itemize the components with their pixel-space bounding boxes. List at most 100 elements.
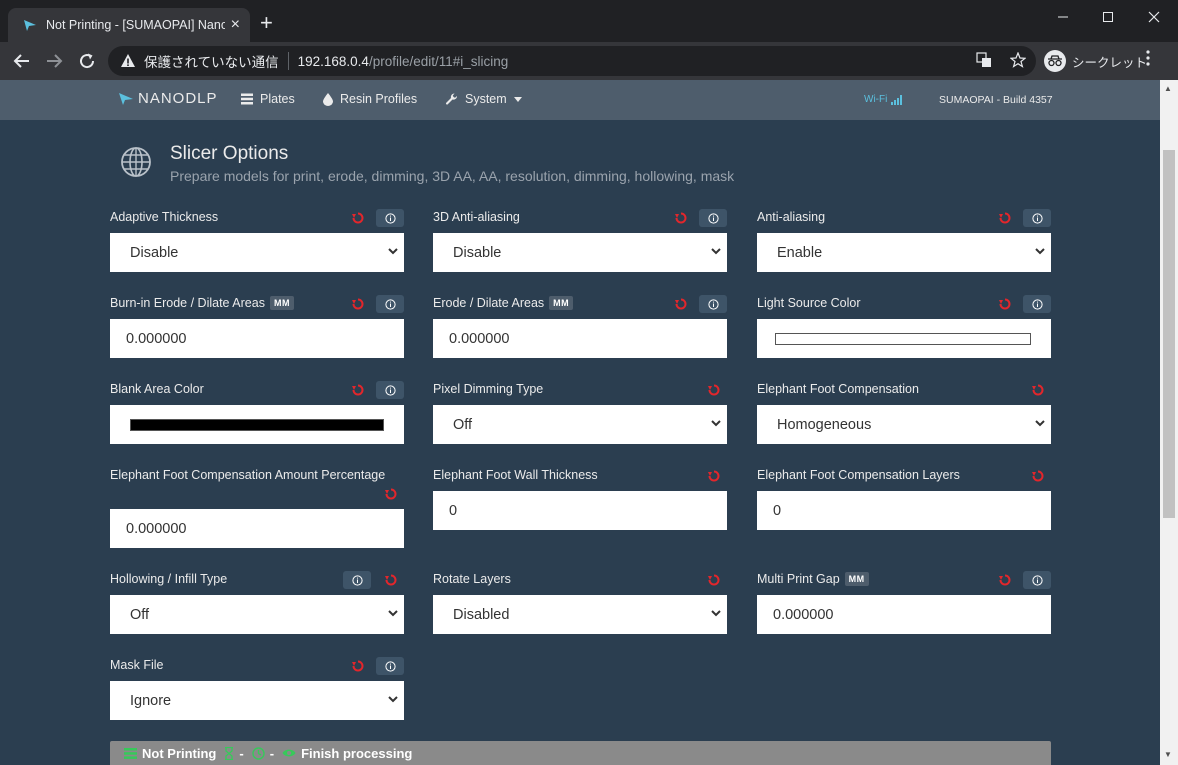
reset-icon[interactable] [352,660,364,672]
info-button[interactable] [376,209,404,227]
blank-area-color-picker[interactable] [110,405,404,444]
reset-icon[interactable] [1032,470,1044,482]
bookmark-star-icon[interactable] [1009,51,1027,73]
omnibox-divider [287,52,289,70]
info-button[interactable] [376,381,404,399]
nav-resin-profiles-label: Resin Profiles [340,92,418,106]
new-tab-icon[interactable]: + [260,12,273,34]
info-button[interactable] [376,657,404,675]
scroll-up-arrow-icon[interactable]: ▲ [1164,84,1172,93]
multi-print-gap-input[interactable]: 0.000000 [757,595,1051,634]
chevron-down-icon [388,248,398,255]
scroll-thumb[interactable] [1163,150,1175,518]
incognito-label: シークレット [1072,55,1148,70]
chevron-down-icon [388,610,398,617]
mask-file-select[interactable]: Ignore [110,681,404,720]
nav-system-label: System [465,92,507,106]
field-label: Multi Print Gap MM [757,572,869,586]
reset-icon[interactable] [352,384,364,396]
info-icon [707,298,719,310]
reset-icon[interactable] [385,488,397,500]
reset-icon[interactable] [1032,384,1044,396]
reset-icon[interactable] [708,574,720,586]
incognito-indicator[interactable]: シークレット [1044,47,1147,75]
field-label: Anti-aliasing [757,210,826,224]
efc-layers-input[interactable]: 0 [757,491,1051,530]
info-icon [1031,574,1043,586]
elephant-foot-wall-thickness-input[interactable]: 0 [433,491,727,530]
nav-plates[interactable]: Plates [241,92,295,106]
wifi-indicator[interactable]: Wi-Fi [864,94,903,105]
url-host: 192.168.0.4 [297,53,369,69]
reset-icon[interactable] [352,212,364,224]
nav-plates-label: Plates [260,92,295,106]
light-source-color-picker[interactable] [757,319,1051,358]
brand-logo[interactable]: NANODLP [118,90,218,107]
printer-status-bar: Not Printing - - Finish processing [110,741,1051,765]
info-icon [384,298,396,310]
hollowing-infill-type-select[interactable]: Off [110,595,404,634]
info-button[interactable] [343,571,371,589]
nanodlp-logo-icon [119,92,133,105]
reset-icon[interactable] [385,574,397,586]
back-icon[interactable] [10,50,34,72]
reset-icon[interactable] [999,212,1011,224]
reset-icon[interactable] [675,298,687,310]
address-bar[interactable]: 保護されていない通信 192.168.0.4/profile/edit/11#i… [108,46,1036,76]
warning-icon[interactable] [120,53,136,69]
drop-icon [323,92,333,106]
info-icon [351,574,363,586]
security-status[interactable]: 保護されていない通信 [144,51,279,71]
minimize-icon[interactable] [1040,4,1086,30]
reset-icon[interactable] [708,384,720,396]
efc-amount-percentage-input[interactable]: 0.000000 [110,509,404,548]
info-button[interactable] [699,295,727,313]
globe-icon [121,147,151,177]
browser-menu-icon[interactable] [1146,50,1150,71]
field-multi-print-gap: Multi Print Gap MM 0.000000 [757,571,1051,634]
nanodlp-favicon-icon [24,20,36,31]
3d-anti-aliasing-select[interactable]: Disable [433,233,727,272]
nav-resin-profiles[interactable]: Resin Profiles [323,92,417,106]
field-burn-in-erode: Burn-in Erode / Dilate Areas MM 0.000000 [110,295,404,358]
info-button[interactable] [1023,295,1051,313]
reset-icon[interactable] [675,212,687,224]
field-mask-file: Mask File Ignore [110,657,404,720]
nav-system-dropdown[interactable]: System [445,92,522,106]
chevron-down-icon [711,420,721,427]
clock-icon [252,746,265,760]
reset-icon[interactable] [352,298,364,310]
list-icon [241,93,253,105]
adaptive-thickness-select[interactable]: Disable [110,233,404,272]
window-close-icon[interactable] [1131,4,1177,30]
info-icon [707,212,719,224]
signal-bars-icon [891,94,903,105]
maximize-icon[interactable] [1085,4,1131,30]
reload-icon[interactable] [75,50,99,72]
eye-icon [282,749,296,757]
info-button[interactable] [1023,571,1051,589]
reset-icon[interactable] [999,574,1011,586]
pixel-dimming-type-select[interactable]: Off [433,405,727,444]
reset-icon[interactable] [708,470,720,482]
page-scrollbar[interactable]: ▲ ▼ [1160,80,1178,765]
field-elephant-foot-wall-thickness: Elephant Foot Wall Thickness 0 [433,468,727,530]
reset-icon[interactable] [999,298,1011,310]
info-button[interactable] [699,209,727,227]
section-title: Slicer Options [170,143,289,164]
scroll-down-arrow-icon[interactable]: ▼ [1164,750,1172,759]
info-button[interactable] [376,295,404,313]
info-button[interactable] [1023,209,1051,227]
forward-icon[interactable] [42,50,66,72]
anti-aliasing-select[interactable]: Enable [757,233,1051,272]
burn-in-erode-input[interactable]: 0.000000 [110,319,404,358]
field-anti-aliasing: Anti-aliasing Enable [757,209,1051,272]
rotate-layers-select[interactable]: Disabled [433,595,727,634]
elephant-foot-compensation-select[interactable]: Homogeneous [757,405,1051,444]
erode-dilate-input[interactable]: 0.000000 [433,319,727,358]
field-hollowing-infill-type: Hollowing / Infill Type Off [110,571,404,634]
translate-icon[interactable] [976,52,992,73]
field-label: Pixel Dimming Type [433,382,544,396]
browser-tab[interactable]: Not Printing - [SUMAOPAI] Nano × [8,8,250,42]
tab-close-icon[interactable]: × [231,17,240,33]
